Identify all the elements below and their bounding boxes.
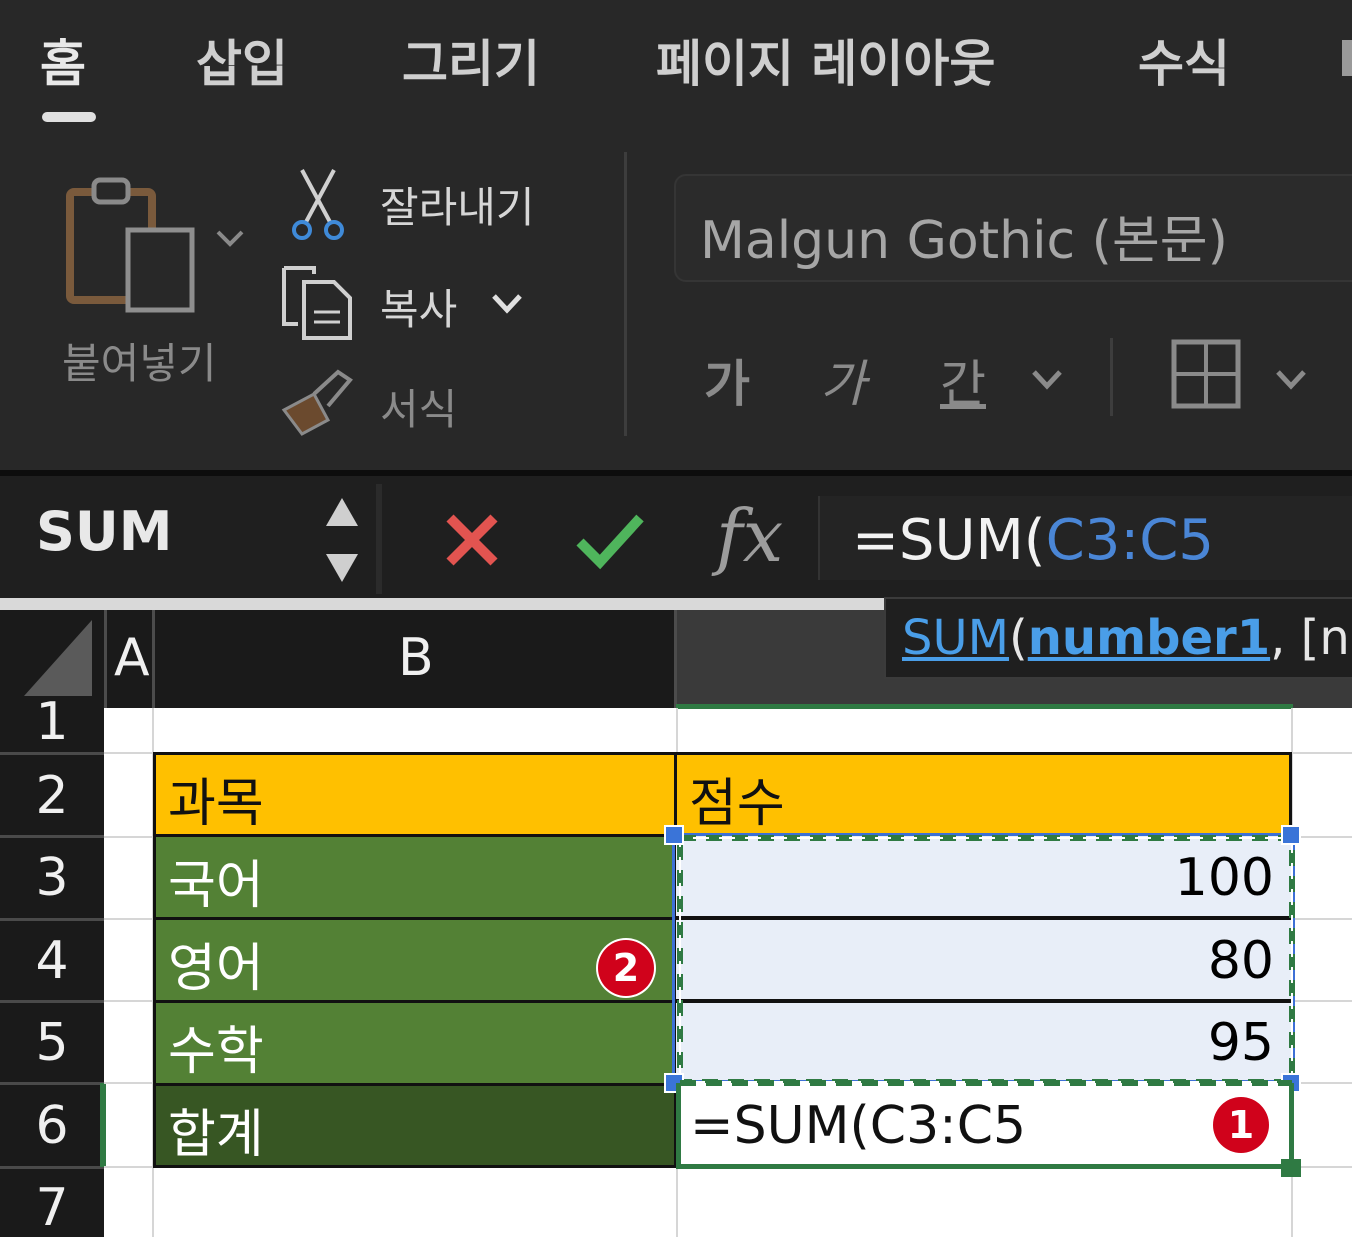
format-painter-label[interactable]: 서식	[380, 376, 457, 437]
bold-button[interactable]: 가	[704, 344, 750, 416]
cancel-x-icon[interactable]	[444, 512, 500, 568]
header-score: 점수	[689, 774, 785, 834]
range-handle-top-right[interactable]	[1281, 825, 1301, 845]
name-box[interactable]: SUM	[36, 500, 172, 563]
cell-c2[interactable]: 점수	[674, 752, 1292, 837]
tooltip-function-link[interactable]: SUM	[902, 610, 1009, 666]
scissors-cut-icon[interactable]	[290, 166, 346, 242]
subject-english: 영어	[168, 939, 264, 999]
row-divider	[0, 752, 104, 755]
subject-math: 수학	[168, 1022, 264, 1082]
function-tooltip-text: SUM(number1, [nu	[902, 610, 1352, 666]
column-divider	[674, 610, 677, 708]
row-header-5[interactable]: 5	[0, 1013, 104, 1073]
row-header-6[interactable]: 6	[0, 1096, 104, 1156]
paste-chevron-down-icon[interactable]	[214, 226, 246, 250]
column-divider	[152, 610, 155, 708]
tab-formulas[interactable]: 수식	[1138, 24, 1230, 96]
row-divider	[0, 1082, 104, 1085]
row-divider	[0, 918, 104, 921]
underline-chevron-down-icon[interactable]	[1030, 366, 1064, 392]
tab-home[interactable]: 홈	[40, 24, 86, 96]
row-divider	[0, 1166, 104, 1169]
header-subject: 과목	[168, 774, 264, 834]
total-label: 합계	[168, 1105, 264, 1165]
fill-handle[interactable]	[1281, 1159, 1301, 1177]
paste-label[interactable]: 붙여넣기	[62, 330, 217, 391]
tooltip-rest: , [nu	[1270, 610, 1352, 666]
cut-label[interactable]: 잘라내기	[380, 174, 535, 235]
tab-draw[interactable]: 그리기	[402, 24, 540, 96]
column-divider	[104, 610, 107, 708]
font-name-value: Malgun Gothic (본문)	[700, 211, 1228, 271]
enter-check-icon[interactable]	[574, 510, 646, 570]
clipboard-paste-icon[interactable]	[60, 170, 210, 320]
tab-insert[interactable]: 삽입	[196, 24, 288, 96]
tooltip-paren: (	[1009, 610, 1028, 666]
copy-chevron-down-icon[interactable]	[490, 290, 524, 316]
italic-button[interactable]: 가	[820, 344, 866, 416]
tab-page-layout[interactable]: 페이지 레이아웃	[656, 24, 995, 96]
tab-overflow-edge	[1342, 40, 1352, 76]
cell-b5[interactable]: 수학	[153, 1000, 677, 1086]
column-header-b[interactable]: B	[398, 628, 434, 688]
formula-text: =SUM(C3:C5	[852, 508, 1214, 573]
column-header-a[interactable]: A	[114, 628, 150, 688]
row-header-4[interactable]: 4	[0, 931, 104, 991]
active-tab-indicator	[42, 112, 96, 122]
cell-c6-editing-text[interactable]: =SUM(C3:C5	[690, 1096, 1026, 1156]
row-divider	[0, 1000, 104, 1003]
fx-icon[interactable]: fx	[716, 494, 783, 578]
tooltip-arg-number1[interactable]: number1	[1028, 610, 1270, 666]
row-divider	[0, 835, 104, 838]
name-box-stepper-icon[interactable]	[322, 494, 362, 586]
borders-grid-icon[interactable]	[1170, 338, 1244, 412]
ribbon-divider	[1110, 338, 1113, 416]
active-cell-top-dashes	[680, 1080, 1292, 1086]
cell-b6[interactable]: 합계	[153, 1083, 677, 1168]
formula-prefix: =SUM(	[852, 508, 1046, 573]
copy-icon[interactable]	[278, 264, 358, 344]
copy-marquee	[677, 835, 1295, 1085]
copy-label[interactable]: 복사	[380, 276, 457, 337]
callout-badge-1: 1	[1213, 1097, 1269, 1153]
format-painter-brush-icon[interactable]	[278, 364, 358, 440]
row-header-3[interactable]: 3	[0, 848, 104, 908]
row-header-7[interactable]: 7	[0, 1178, 104, 1238]
formula-range-ref: C3:C5	[1045, 508, 1214, 573]
cell-b3[interactable]: 국어	[153, 834, 677, 920]
underline-button[interactable]: 간	[940, 344, 986, 416]
callout-badge-2: 2	[598, 940, 654, 996]
range-handle-top-left[interactable]	[664, 825, 684, 845]
row-header-1[interactable]: 1	[0, 692, 104, 752]
name-box-divider	[376, 484, 382, 594]
row-6-selected-indicator	[100, 1083, 106, 1167]
subject-korean: 국어	[168, 856, 264, 916]
row-header-2[interactable]: 2	[0, 766, 104, 826]
ribbon-group-divider	[624, 152, 627, 436]
column-c-selected-indicator	[676, 704, 1293, 709]
borders-chevron-down-icon[interactable]	[1274, 366, 1308, 392]
cell-b2[interactable]: 과목	[153, 752, 677, 837]
